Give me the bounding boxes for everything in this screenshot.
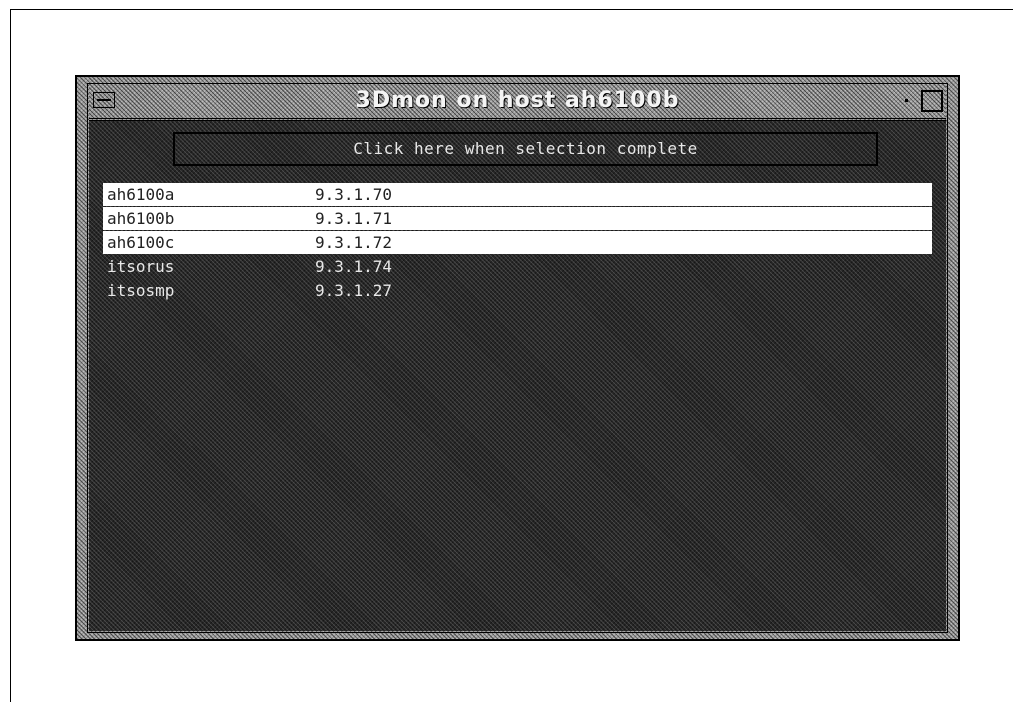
host-ip: 9.3.1.70 — [315, 185, 393, 204]
host-list: ah6100a 9.3.1.70 ah6100b 9.3.1.71 ah6100… — [103, 183, 932, 617]
host-name: ah6100a — [107, 185, 175, 204]
host-name: itsosmp — [107, 281, 175, 300]
title-bar[interactable]: 3Dmon on host ah6100b — [89, 84, 946, 119]
host-ip: 9.3.1.72 — [315, 233, 393, 252]
host-ip: 9.3.1.71 — [315, 209, 393, 228]
application-window: 3Dmon on host ah6100b Click here when se… — [75, 75, 960, 641]
host-ip: 9.3.1.74 — [315, 257, 393, 276]
host-name: ah6100c — [107, 233, 175, 252]
maximize-icon[interactable] — [921, 90, 943, 112]
window-title: 3Dmon on host ah6100b — [355, 88, 680, 113]
host-name: itsorus — [107, 257, 175, 276]
list-item[interactable]: itsosmp 9.3.1.27 — [103, 279, 932, 302]
selection-complete-button[interactable]: Click here when selection complete — [173, 132, 878, 166]
list-item[interactable]: ah6100a 9.3.1.70 — [103, 183, 932, 206]
host-name: ah6100b — [107, 209, 175, 228]
host-selection-panel: Click here when selection complete ah610… — [89, 120, 946, 631]
list-item[interactable]: ah6100b 9.3.1.71 — [103, 207, 932, 230]
minimize-icon[interactable] — [900, 92, 914, 108]
host-ip: 9.3.1.27 — [315, 281, 393, 300]
list-item[interactable]: itsorus 9.3.1.74 — [103, 255, 932, 278]
list-item[interactable]: ah6100c 9.3.1.72 — [103, 231, 932, 254]
minimize-dot — [905, 99, 908, 102]
